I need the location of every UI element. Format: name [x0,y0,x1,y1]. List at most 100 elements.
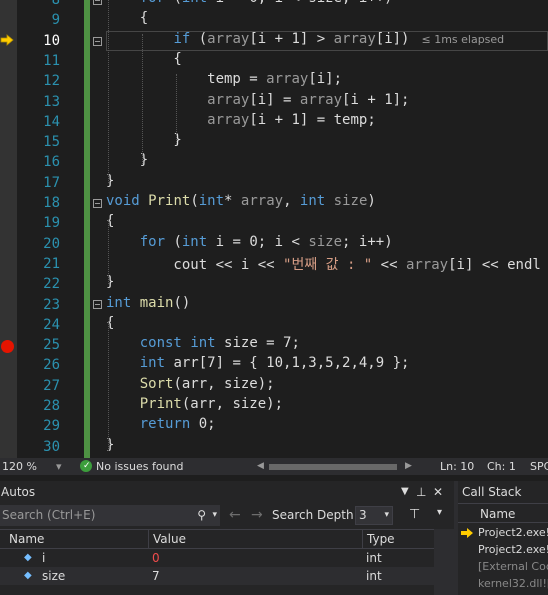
autos-header: Autos ▼ ⊥ ✕ [0,481,454,503]
line-number: 13 [43,93,60,110]
issues-status[interactable]: No issues found [96,458,183,475]
zoom-level[interactable]: 120 % [2,458,37,475]
column-value[interactable]: Value [148,530,186,548]
code-token: int [198,193,225,209]
code-token: , [283,193,300,209]
close-icon[interactable]: ✕ [433,481,443,503]
code-token: array [207,91,250,108]
code-editor[interactable]: 8 9 10 11 12 13 14 15 16 17 18 19 20 21 22 23 24 25 26 27 28… [0,0,548,458]
perf-tip[interactable]: ≤ 1ms elapsed [421,33,504,46]
table-row[interactable]: ◆ size 7 int [0,567,434,585]
code-line[interactable]: Print(arr, size); [106,396,283,416]
line-number: 14 [43,113,60,130]
indent-guide [142,34,144,164]
line-number: 9 [51,12,60,29]
glyph-margin[interactable] [0,0,17,458]
filter-icon[interactable]: ⊤ [409,507,420,522]
code-line[interactable]: for (int i = 0; i < size; i++) [106,0,393,10]
code-token: array [405,256,449,273]
collapse-toggle-icon[interactable] [93,199,102,208]
code-line[interactable]: array[i] = array[i + 1]; [106,92,409,112]
line-indicator[interactable]: Ln: 10 [440,458,474,475]
autos-toolbar: Search (Ctrl+E) ⚲ ▾ ← → Search Depth: 3 … [0,505,454,527]
code-line[interactable]: for (int i = 0; i < size; i++) [106,234,393,254]
whitespace-indicator[interactable]: SPC [530,458,548,475]
zoom-dropdown-icon[interactable]: ▾ [56,458,62,475]
panel-title: Autos [1,485,36,499]
collapse-toggle-icon[interactable] [93,0,102,5]
code-line[interactable]: array[i + 1] = temp; [106,112,376,132]
collapse-toggle-icon[interactable] [93,300,102,309]
line-number: 11 [43,52,60,69]
indent-guide [108,321,110,451]
search-dropdown-icon[interactable]: ▾ [212,505,217,526]
code-line[interactable]: void Print(int* array, int size) [106,193,376,213]
code-token: Print [139,396,182,412]
scroll-right-icon[interactable]: ▶ [405,458,412,475]
autos-panel: Autos ▼ ⊥ ✕ Search (Ctrl+E) ⚲ ▾ ← → Sear… [0,481,454,595]
column-name[interactable]: Name [458,503,548,523]
code-token: arr[7] = { 10,1,3,5,2,4,9 }; [165,355,410,372]
code-line[interactable]: if (array[i + 1] > array[i]) ≤ 1ms elapse… [106,31,504,51]
scrollbar-thumb[interactable] [269,464,397,470]
code-line[interactable]: Sort(arr, size); [106,376,275,396]
line-number: 26 [43,357,60,374]
call-stack-row[interactable]: Project2.exe!S [458,524,548,541]
variable-icon: ◆ [24,552,32,563]
line-number: 30 [43,438,60,455]
call-stack-row[interactable]: [External Cod [458,558,548,575]
code-token: [i] = [249,91,300,108]
autos-grid-header: Name Value Type [0,529,434,549]
code-token: int [299,193,326,209]
table-row[interactable]: ◆ i 0 int [0,549,434,567]
call-stack-panel: Call Stack Name Project2.exe!S Project2.… [458,481,548,595]
search-placeholder: Search (Ctrl+E) [2,508,96,522]
call-stack-row[interactable]: Project2.exe!n [458,541,548,558]
column-type[interactable]: Type [362,530,395,548]
vertical-scrollbar[interactable] [434,529,454,595]
code-line[interactable]: const int size = 7; [106,335,300,355]
search-input[interactable]: Search (Ctrl+E) ⚲ ▾ [0,505,220,526]
row-value[interactable]: 7 [152,567,160,585]
code-token: "번째 값 : " [283,256,373,273]
breakpoint-icon[interactable] [1,340,14,353]
code-line[interactable]: { [106,10,148,30]
code-token: size [333,193,368,209]
line-number: 25 [43,337,60,354]
column-name[interactable]: Name [9,530,44,548]
code-line[interactable]: int main() [106,295,190,315]
row-value[interactable]: 0 [152,549,160,567]
code-token: for [139,233,166,250]
line-number: 18 [43,195,60,211]
search-icon[interactable]: ⚲ [197,505,206,526]
code-token: i = 0; i < size; i++) [207,0,393,6]
line-number: 19 [43,215,60,232]
code-token: size = 7; [215,335,300,352]
forward-arrow-icon[interactable]: → [251,505,263,526]
code-token: array [333,30,376,47]
code-line[interactable]: int arr[7] = { 10,1,3,5,2,4,9 }; [106,355,410,375]
toolbar-dropdown-icon[interactable]: ▾ [437,507,442,518]
row-name: size [42,569,66,583]
code-token: (arr, size); [173,375,275,392]
variable-icon: ◆ [24,570,32,581]
search-depth-value: 3 [359,508,367,522]
code-token: [i]; [308,71,343,88]
back-arrow-icon[interactable]: ← [229,505,241,526]
collapse-toggle-icon[interactable] [93,37,102,46]
change-tracking-bar [84,0,90,458]
search-depth-select[interactable]: 3 ▾ [355,506,393,525]
dropdown-icon[interactable]: ▼ [401,481,409,503]
pin-icon[interactable]: ⊥ [416,481,426,503]
char-indicator[interactable]: Ch: 1 [487,458,516,475]
code-line[interactable]: cout << i << "번째 값 : " << array[i] << en… [106,254,540,274]
call-stack-row[interactable]: kernel32.dll![l [458,575,548,592]
horizontal-scrollbar[interactable] [257,462,410,471]
indent-guide [108,0,110,183]
code-line[interactable]: return 0; [106,416,216,436]
indent-guide [108,220,110,284]
code-token: * [224,193,241,209]
